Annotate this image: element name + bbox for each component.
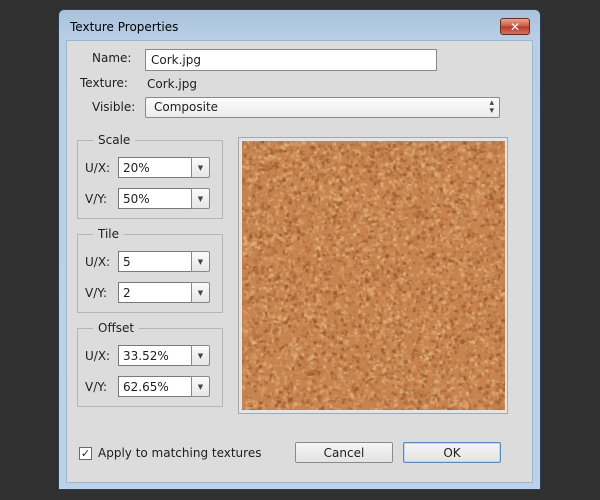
visible-select[interactable]: Composite ▴ ▾ [145, 97, 500, 118]
chevron-down-icon: ▼ [197, 194, 204, 203]
scale-vy-combo[interactable]: 50% ▼ [118, 188, 210, 209]
texture-preview-image [242, 141, 505, 410]
scale-vy-input[interactable]: 50% [118, 188, 192, 209]
offset-ux-combo[interactable]: 33.52% ▼ [118, 345, 210, 366]
tile-vy-dropdown-button[interactable]: ▼ [191, 282, 210, 303]
scale-ux-input[interactable]: 20% [118, 157, 192, 178]
texture-preview-frame [238, 137, 508, 414]
tile-group-title: Tile [98, 227, 120, 241]
scale-group-title: Scale [98, 133, 131, 147]
texture-label: Texture: [80, 76, 128, 90]
cancel-button[interactable]: Cancel [295, 442, 393, 463]
tile-vy-input[interactable]: 2 [118, 282, 192, 303]
offset-ux-input[interactable]: 33.52% [118, 345, 192, 366]
apply-matching-label[interactable]: Apply to matching textures [98, 446, 261, 460]
ok-button[interactable]: OK [403, 442, 501, 463]
scale-ux-combo[interactable]: 20% ▼ [118, 157, 210, 178]
offset-group-title: Offset [98, 321, 135, 335]
chevron-down-icon: ▼ [197, 382, 204, 391]
scale-vy-dropdown-button[interactable]: ▼ [191, 188, 210, 209]
chevron-down-icon: ▼ [197, 163, 204, 172]
apply-matching-checkbox[interactable]: ✓ [79, 447, 92, 460]
tile-ux-combo[interactable]: 5 ▼ [118, 251, 210, 272]
scale-ux-dropdown-button[interactable]: ▼ [191, 157, 210, 178]
tile-ux-input[interactable]: 5 [118, 251, 192, 272]
scale-ux-label: U/X: [85, 161, 111, 175]
dialog-body: Name: Cork.jpg Texture: Cork.jpg Visible… [66, 40, 533, 483]
checkmark-icon: ✓ [80, 447, 91, 460]
offset-ux-label: U/X: [85, 349, 111, 363]
chevron-down-icon: ▼ [197, 257, 204, 266]
visible-label: Visible: [92, 100, 136, 114]
tile-vy-label: V/Y: [85, 286, 108, 300]
name-input[interactable]: Cork.jpg [145, 49, 437, 71]
offset-vy-input[interactable]: 62.65% [118, 376, 192, 397]
chevron-down-icon: ▼ [197, 351, 204, 360]
tile-ux-dropdown-button[interactable]: ▼ [191, 251, 210, 272]
texture-value: Cork.jpg [147, 77, 197, 91]
close-button[interactable]: ✕ [500, 18, 530, 35]
texture-properties-dialog: Texture Properties ✕ Name: Cork.jpg Text… [58, 9, 541, 490]
tile-ux-label: U/X: [85, 255, 111, 269]
offset-vy-label: V/Y: [85, 380, 108, 394]
dialog-title: Texture Properties [70, 20, 179, 34]
chevron-down-icon: ▼ [197, 288, 204, 297]
name-label: Name: [92, 51, 132, 65]
tile-vy-combo[interactable]: 2 ▼ [118, 282, 210, 303]
offset-vy-dropdown-button[interactable]: ▼ [191, 376, 210, 397]
visible-select-value: Composite [154, 100, 219, 114]
up-down-arrows-icon: ▴ ▾ [489, 98, 494, 116]
offset-vy-combo[interactable]: 62.65% ▼ [118, 376, 210, 397]
scale-vy-label: V/Y: [85, 192, 108, 206]
offset-ux-dropdown-button[interactable]: ▼ [191, 345, 210, 366]
close-icon: ✕ [509, 19, 521, 34]
